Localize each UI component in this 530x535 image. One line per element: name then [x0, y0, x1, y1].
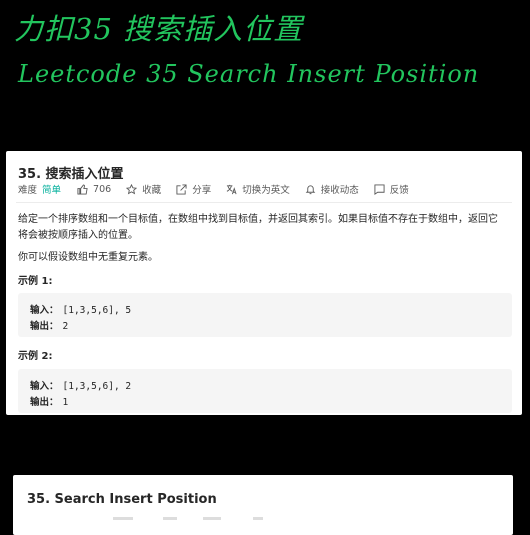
english-problem-panel: 35. Search Insert Position — [13, 475, 513, 535]
example-2-input: 输入： [1,3,5,6], 2 — [30, 378, 131, 392]
input-value: [1,3,5,6], 5 — [62, 305, 132, 316]
example-1-input: 输入： [1,3,5,6], 5 — [30, 302, 131, 316]
notify-button[interactable]: 接收动态 — [305, 182, 359, 196]
handwritten-title: 力扣35 搜索插入位置 — [14, 12, 304, 46]
english-problem-title: 35. Search Insert Position — [27, 492, 217, 507]
output-label: 输出： — [30, 397, 59, 408]
problem-assumption: 你可以假设数组中无重复元素。 — [18, 252, 158, 263]
example-2-output: 输出： 1 — [30, 394, 68, 408]
example-2-code: 输入： [1,3,5,6], 2 输出： 1 — [18, 369, 512, 413]
feedback-button[interactable]: 反馈 — [374, 182, 409, 196]
divider — [16, 202, 512, 203]
difficulty-label: 难度 — [18, 185, 38, 196]
example-1-code: 输入： [1,3,5,6], 5 输出： 2 — [18, 293, 512, 337]
switch-language-label: 切换为英文 — [242, 185, 290, 196]
problem-description: 给定一个排序数组和一个目标值，在数组中找到目标值，并返回其索引。如果目标值不存在… — [18, 214, 498, 241]
feedback-label: 反馈 — [389, 185, 409, 196]
notify-label: 接收动态 — [320, 185, 359, 196]
input-label: 输入： — [30, 305, 59, 316]
thumb-up-icon — [77, 183, 88, 195]
example-2-title: 示例 2: — [18, 351, 53, 362]
input-value: [1,3,5,6], 2 — [62, 381, 132, 392]
cut-off-meta-bar — [113, 517, 293, 521]
problem-title: 35. 搜索插入位置 — [18, 167, 124, 182]
bell-icon — [305, 184, 315, 194]
switch-language-button[interactable]: 切换为英文 — [226, 182, 290, 196]
difficulty-badge: 简单 — [42, 185, 62, 196]
problem-panel: 35. 搜索插入位置 难度 简单 706 收藏 分享 切换为英文 接收动态 反馈 — [6, 151, 522, 415]
handwritten-subtitle: Leetcode 35 Search Insert Position — [18, 60, 480, 88]
output-value: 1 — [62, 397, 69, 408]
feedback-icon — [374, 183, 385, 195]
share-label: 分享 — [192, 185, 212, 196]
star-icon — [126, 183, 138, 194]
share-button[interactable]: 分享 — [176, 182, 211, 196]
favorite-label: 收藏 — [142, 185, 162, 196]
example-1-title: 示例 1: — [18, 276, 53, 287]
like-count: 706 — [93, 183, 112, 195]
example-1-output: 输出： 2 — [30, 318, 68, 332]
output-label: 输出： — [30, 321, 59, 332]
favorite-button[interactable]: 收藏 — [126, 182, 161, 196]
translate-icon — [226, 184, 237, 194]
input-label: 输入： — [30, 381, 59, 392]
problem-meta-bar: 难度 简单 706 收藏 分享 切换为英文 接收动态 反馈 — [18, 182, 424, 196]
share-icon — [176, 183, 187, 195]
output-value: 2 — [62, 321, 69, 332]
like-button[interactable]: 706 — [77, 184, 111, 195]
